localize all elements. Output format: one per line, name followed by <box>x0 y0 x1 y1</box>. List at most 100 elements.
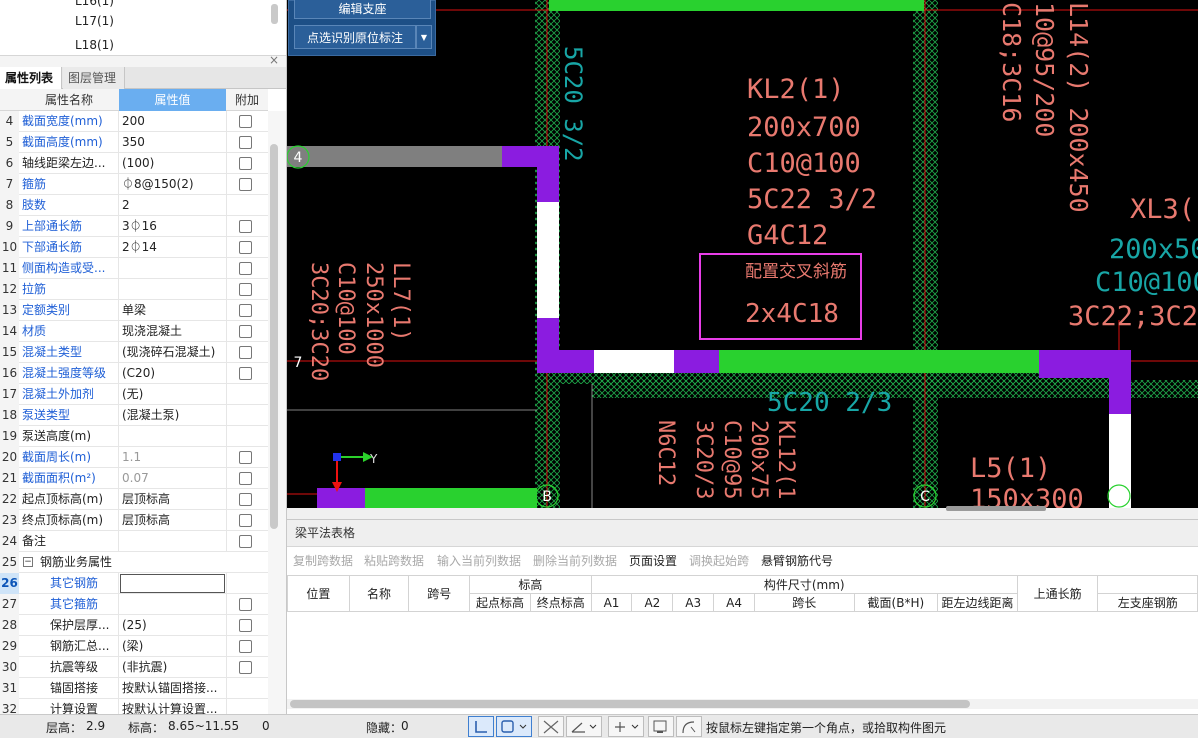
beam-segment[interactable] <box>674 350 719 373</box>
property-row[interactable]: 10 下部通长筋 2⏀14 <box>0 237 268 258</box>
beam-segment[interactable] <box>537 167 559 202</box>
identify-annotation-button[interactable]: 点选识别原位标注 <box>294 25 416 49</box>
col-top-bar[interactable]: 上通长筋 <box>1016 575 1099 612</box>
property-value[interactable]: 200 <box>122 111 225 132</box>
property-value[interactable]: 按默认锚固搭接... <box>122 678 225 699</box>
beam-segment[interactable] <box>549 0 924 11</box>
property-value[interactable]: (混凝土泵) <box>122 405 225 426</box>
extra-checkbox[interactable] <box>239 304 252 317</box>
collapse-icon[interactable]: − <box>23 557 33 567</box>
extra-checkbox[interactable] <box>239 283 252 296</box>
extra-checkbox[interactable] <box>239 619 252 632</box>
beam-segment[interactable] <box>537 318 559 373</box>
property-row[interactable]: 26 其它钢筋 <box>0 573 268 594</box>
copy-span-button[interactable]: 复制跨数据 <box>293 552 353 569</box>
swap-start-span-button[interactable]: 调换起始跨 <box>689 552 749 569</box>
property-row[interactable]: 12 拉筋 <box>0 279 268 300</box>
property-row[interactable]: 32 计算设置 按默认计算设置... <box>0 699 268 714</box>
col-a4[interactable]: A4 <box>713 593 756 612</box>
panel-splitter[interactable]: × <box>0 53 286 67</box>
point-snap-icon[interactable] <box>608 716 644 737</box>
property-row[interactable]: 9 上部通长筋 3⏀16 <box>0 216 268 237</box>
extra-checkbox[interactable] <box>239 640 252 653</box>
ortho-mode-icon[interactable] <box>468 716 494 737</box>
property-row[interactable]: 25− 钢筋业务属性 <box>0 552 268 573</box>
property-row[interactable]: 17 混凝土外加剂 (无) <box>0 384 268 405</box>
property-row[interactable]: 18 泵送类型 (混凝土泵) <box>0 405 268 426</box>
close-icon[interactable]: × <box>269 53 279 67</box>
extra-checkbox[interactable] <box>239 493 252 506</box>
extra-checkbox[interactable] <box>239 220 252 233</box>
property-row[interactable]: 28 保护层厚... (25) <box>0 615 268 636</box>
extra-checkbox[interactable] <box>239 262 252 275</box>
beam-segment[interactable] <box>594 350 674 373</box>
tree-item[interactable]: L18(1) <box>75 36 114 54</box>
col-name[interactable]: 名称 <box>348 575 410 612</box>
property-value[interactable]: 1.1 <box>122 447 225 468</box>
property-row[interactable]: 29 钢筋汇总... (梁) <box>0 636 268 657</box>
property-value[interactable] <box>122 594 225 615</box>
canvas-scrollbar[interactable] <box>946 506 1046 511</box>
beam-segment[interactable] <box>1109 414 1131 508</box>
page-setup-button[interactable]: 页面设置 <box>629 552 677 569</box>
property-row[interactable]: 15 混凝土类型 (现浇碎石混凝土) <box>0 342 268 363</box>
cantilever-code-button[interactable]: 悬臂钢筋代号 <box>761 552 833 569</box>
display-settings-icon[interactable] <box>648 716 674 737</box>
property-value[interactable] <box>122 258 225 279</box>
beam-segment[interactable] <box>719 350 1039 373</box>
property-value[interactable]: 层顶标高 <box>122 510 225 531</box>
extra-checkbox[interactable] <box>239 514 252 527</box>
tab-property-list[interactable]: 属性列表 <box>0 67 62 89</box>
col-span-length[interactable]: 跨长 <box>754 593 855 612</box>
beam-segment[interactable] <box>317 488 365 508</box>
property-value[interactable]: 2 <box>122 195 225 216</box>
property-value[interactable]: (非抗震) <box>122 657 225 678</box>
property-row[interactable]: 6 轴线距梁左边... (100) <box>0 153 268 174</box>
col-left-support-bar[interactable]: 左支座钢筋 <box>1097 593 1198 612</box>
col-a1[interactable]: A1 <box>590 593 633 612</box>
property-value[interactable] <box>122 531 225 552</box>
col-span[interactable]: 跨号 <box>408 575 471 612</box>
col-edge-distance[interactable]: 距左边线距离 <box>937 593 1018 612</box>
extra-checkbox[interactable] <box>239 178 252 191</box>
property-value[interactable]: 3⏀16 <box>122 216 225 237</box>
property-row[interactable]: 5 截面高度(mm) 350 <box>0 132 268 153</box>
property-row[interactable]: 24 备注 <box>0 531 268 552</box>
col-end-elev[interactable]: 终点标高 <box>529 593 592 612</box>
extra-checkbox[interactable] <box>239 157 252 170</box>
property-row[interactable]: 21 截面面积(m²) 0.07 <box>0 468 268 489</box>
extra-checkbox[interactable] <box>239 241 252 254</box>
angle-snap-icon[interactable] <box>566 716 602 737</box>
extra-checkbox[interactable] <box>239 325 252 338</box>
col-position[interactable]: 位置 <box>287 575 350 612</box>
delete-column-button[interactable]: 删除当前列数据 <box>533 552 617 569</box>
beam-segment[interactable] <box>1109 378 1131 414</box>
property-value[interactable]: 按默认计算设置... <box>122 699 225 714</box>
tree-scrollbar[interactable] <box>271 4 278 24</box>
property-value[interactable] <box>122 279 225 300</box>
property-value[interactable]: (100) <box>122 153 225 174</box>
property-row[interactable]: 4 截面宽度(mm) 200 <box>0 111 268 132</box>
property-value[interactable]: 350 <box>122 132 225 153</box>
property-row[interactable]: 20 截面周长(m) 1.1 <box>0 447 268 468</box>
property-value[interactable]: 2⏀14 <box>122 237 225 258</box>
extra-checkbox[interactable] <box>239 472 252 485</box>
property-value[interactable]: 单梁 <box>122 300 225 321</box>
chevron-down-icon[interactable]: ▼ <box>416 25 432 49</box>
col-start-elev[interactable]: 起点标高 <box>469 593 531 612</box>
property-row[interactable]: 31 锚固搭接 按默认锚固搭接... <box>0 678 268 699</box>
property-row[interactable]: 8 肢数 2 <box>0 195 268 216</box>
arc-tool-icon[interactable] <box>676 716 702 737</box>
col-a2[interactable]: A2 <box>631 593 674 612</box>
property-row[interactable]: 22 起点顶标高(m) 层顶标高 <box>0 489 268 510</box>
extra-checkbox[interactable] <box>239 136 252 149</box>
drawing-canvas[interactable]: 4 7 B C KL2(1) 200x700 C10@100 5C22 3/2 … <box>287 0 1198 508</box>
property-value[interactable]: ⏀8@150(2) <box>122 174 225 195</box>
extra-checkbox[interactable] <box>239 598 252 611</box>
property-value[interactable]: (现浇碎石混凝土) <box>122 342 225 363</box>
input-column-button[interactable]: 输入当前列数据 <box>437 552 521 569</box>
property-value[interactable] <box>122 426 225 447</box>
property-row[interactable]: 27 其它箍筋 <box>0 594 268 615</box>
property-value[interactable]: (C20) <box>122 363 225 384</box>
extra-checkbox[interactable] <box>239 451 252 464</box>
